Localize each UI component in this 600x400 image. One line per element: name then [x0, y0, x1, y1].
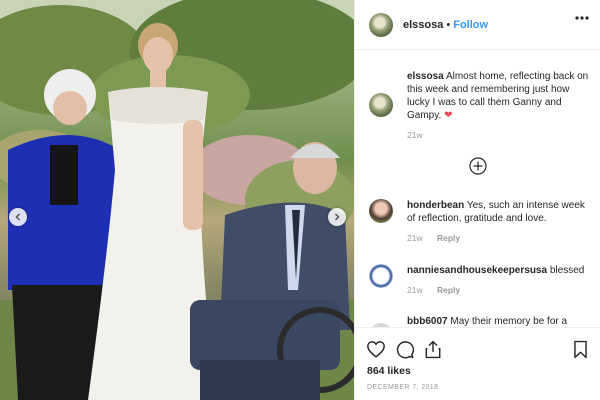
next-photo-button[interactable]	[328, 208, 346, 226]
post-date: DECEMBER 7, 2018	[367, 384, 439, 391]
comment-body: May their memory be for a	[450, 316, 568, 327]
heart-emoji: ❤	[444, 110, 453, 121]
comment-item: bbb6007 May their memory be for a	[369, 315, 589, 327]
share-icon[interactable]	[424, 340, 442, 359]
chevron-right-icon	[334, 213, 340, 221]
comment-timestamp: 21w	[407, 285, 423, 295]
avatar[interactable]	[369, 264, 393, 288]
comment-timestamp: 21w	[407, 233, 423, 243]
reply-button[interactable]: Reply	[437, 233, 460, 243]
post-photo[interactable]	[0, 0, 354, 400]
comment-username[interactable]: honderbean	[407, 200, 464, 211]
heart-icon[interactable]	[366, 340, 386, 358]
more-options-icon[interactable]	[575, 16, 589, 20]
plus-circle-icon[interactable]	[468, 156, 488, 176]
comment-username[interactable]: bbb6007	[407, 316, 448, 327]
avatar[interactable]	[369, 12, 393, 37]
comment-meta: 21w Reply	[407, 233, 589, 243]
comment-icon[interactable]	[395, 340, 415, 359]
caption-text: elssosa Almost home, reflecting back on …	[407, 70, 589, 122]
post-sidebar: elssosa • Follow elssosa Almost home, re…	[354, 0, 600, 400]
comments-list[interactable]: elssosa Almost home, reflecting back on …	[355, 51, 600, 327]
wedding-photo-illustration	[0, 0, 354, 400]
post-header: elssosa • Follow	[355, 0, 600, 50]
avatar[interactable]	[369, 199, 393, 223]
comment-text: nanniesandhousekeepersusa blessed	[407, 264, 589, 277]
comment-body: blessed	[549, 265, 585, 276]
comment-text: honderbean Yes, such an intense week of …	[407, 199, 589, 225]
chevron-left-icon	[15, 213, 21, 221]
comment-text: bbb6007 May their memory be for a	[407, 315, 589, 327]
bookmark-icon[interactable]	[573, 340, 588, 359]
separator-dot: •	[446, 18, 451, 31]
post-username[interactable]: elssosa	[403, 19, 443, 31]
like-count[interactable]: 864 likes	[367, 365, 411, 377]
caption-item: elssosa Almost home, reflecting back on …	[369, 70, 589, 140]
avatar[interactable]	[369, 93, 393, 117]
comment-username[interactable]: nanniesandhousekeepersusa	[407, 265, 547, 276]
post-actions: 864 likes DECEMBER 7, 2018	[355, 327, 600, 400]
comment-meta: 21w Reply	[407, 285, 589, 295]
follow-button[interactable]: Follow	[453, 19, 488, 31]
caption-timestamp: 21w	[407, 130, 423, 140]
previous-photo-button[interactable]	[9, 208, 27, 226]
comment-item: nanniesandhousekeepersusa blessed 21w Re…	[369, 264, 589, 295]
reply-button[interactable]: Reply	[437, 285, 460, 295]
caption-username[interactable]: elssosa	[407, 71, 444, 82]
comment-item: honderbean Yes, such an intense week of …	[369, 199, 589, 243]
